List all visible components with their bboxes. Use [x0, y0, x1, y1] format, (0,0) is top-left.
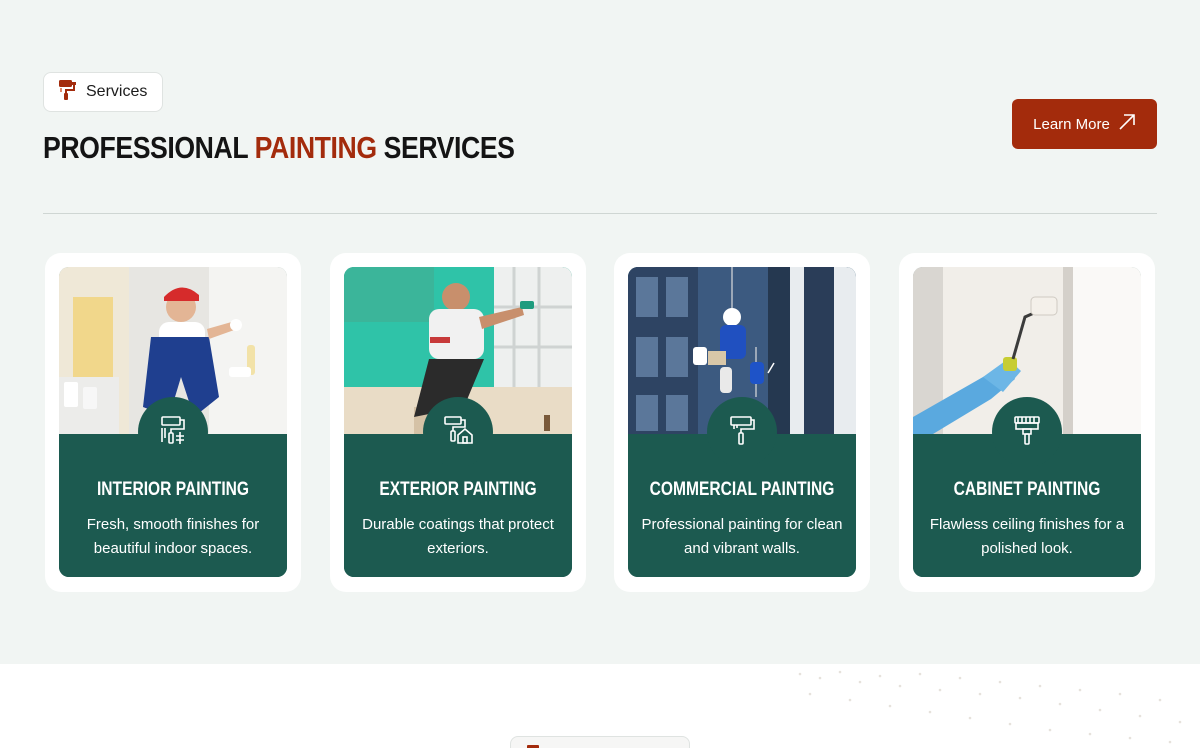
title-part: Professional — [43, 130, 255, 165]
icon-badge — [423, 397, 493, 467]
paint-roller-icon — [726, 414, 758, 450]
services-section: Services Professional Painting Services … — [0, 0, 1200, 664]
service-title: Interior Painting — [96, 479, 250, 500]
service-description: Flawless ceiling finishes for a polished… — [929, 516, 1125, 557]
title-part: Services — [376, 130, 515, 165]
next-section-badge — [510, 736, 690, 748]
dot-pattern-decoration — [798, 670, 1182, 744]
service-card-interior[interactable]: Interior Painting Fresh, smooth finishes… — [45, 253, 301, 592]
service-description: Fresh, smooth finishes for beautiful ind… — [86, 516, 260, 557]
next-section — [0, 664, 1200, 748]
service-description: Durable coatings that protect exteriors. — [362, 516, 554, 557]
card-inner: Cabinet Painting Flawless ceiling finish… — [913, 267, 1141, 577]
service-card-exterior[interactable]: Exterior Painting Durable coatings that … — [330, 253, 586, 592]
section-divider — [43, 213, 1157, 214]
services-badge-label: Services — [86, 83, 148, 100]
learn-more-button[interactable]: Learn More — [1012, 99, 1157, 149]
paint-brush-icon — [1011, 414, 1043, 450]
icon-badge — [707, 397, 777, 467]
paint-roller-badge-icon — [58, 79, 78, 105]
service-card-commercial[interactable]: Commercial Painting Professional paintin… — [614, 253, 870, 592]
card-inner: Commercial Painting Professional paintin… — [628, 267, 856, 577]
paint-roller-wall-icon — [157, 414, 189, 450]
services-badge: Services — [43, 72, 163, 112]
service-title: Cabinet Painting — [953, 479, 1101, 500]
service-title: Exterior Painting — [379, 479, 537, 500]
page-title: Professional Painting Services — [43, 130, 515, 170]
icon-badge — [138, 397, 208, 467]
card-inner: Exterior Painting Durable coatings that … — [344, 267, 572, 577]
title-accent: Painting — [254, 130, 377, 165]
arrow-up-right-icon — [1118, 113, 1136, 135]
service-title: Commercial Painting — [649, 479, 835, 500]
card-inner: Interior Painting Fresh, smooth finishes… — [59, 267, 287, 577]
service-description: Professional painting for clean and vibr… — [641, 516, 843, 557]
paint-roller-house-icon — [442, 414, 474, 450]
service-card-cabinet[interactable]: Cabinet Painting Flawless ceiling finish… — [899, 253, 1155, 592]
learn-more-label: Learn More — [1033, 115, 1110, 133]
icon-badge — [992, 397, 1062, 467]
